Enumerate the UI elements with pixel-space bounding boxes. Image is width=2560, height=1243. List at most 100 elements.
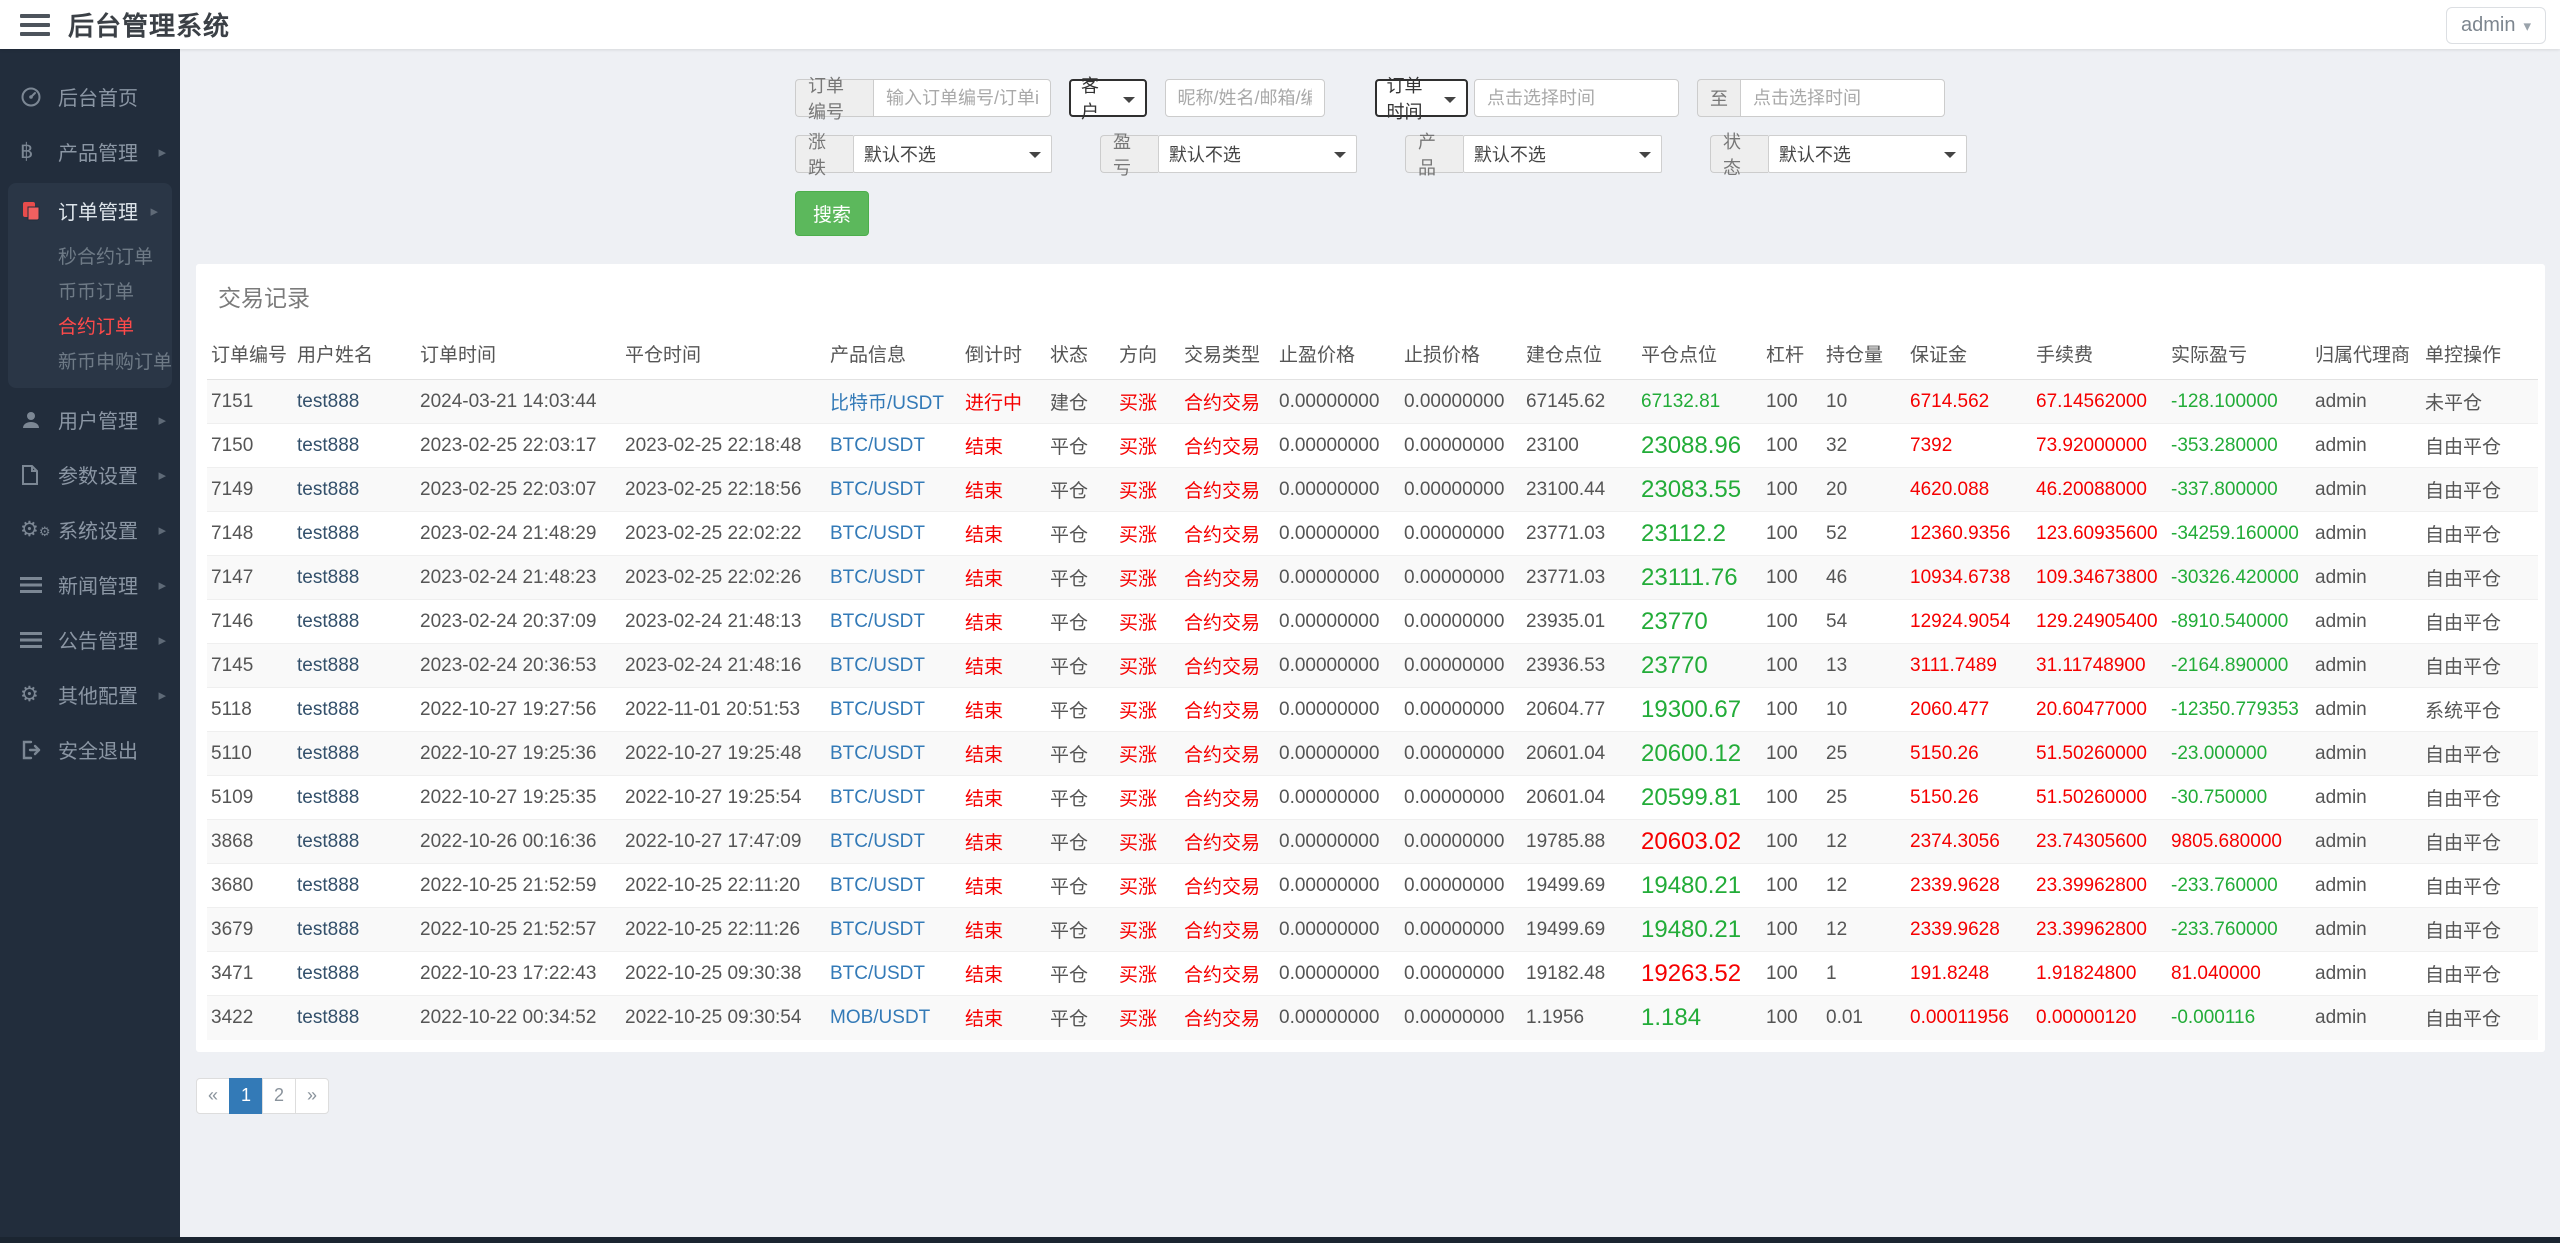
cell-margin: 12360.9356 — [1910, 522, 2011, 544]
user-menu-button[interactable]: admin ▾ — [2445, 7, 2546, 44]
col-sl: 止损价格 — [1400, 330, 1522, 380]
sidebar-menu: 后台首页฿产品管理 ▸ 订单管理 ▸ 秒合约订单 币币订单 合约订单 新币申购订单用户管理 ▸ 参… — [0, 69, 180, 777]
cell-trade_type: 合约交易 — [1184, 877, 1261, 898]
sidebar-subitem-4[interactable]: 新币申购订单 — [8, 343, 172, 378]
cell-status: 平仓 — [1050, 965, 1089, 986]
user-icon — [20, 409, 50, 431]
cell-product[interactable]: BTC/USDT — [830, 787, 925, 808]
cell-lever: 100 — [1766, 434, 1798, 456]
chevron-right-icon: ▸ — [150, 202, 158, 220]
cell-product[interactable]: BTC/USDT — [830, 743, 925, 764]
filter-select-4[interactable]: 默认不选 — [1767, 135, 1967, 173]
cell-direction: 买涨 — [1119, 481, 1158, 502]
cell-profit: -233.760000 — [2171, 874, 2278, 896]
sidebar-item-3[interactable]: 订单管理 ▸ — [8, 183, 172, 238]
cell-product[interactable]: BTC/USDT — [830, 479, 925, 500]
cell-product[interactable]: BTC/USDT — [830, 523, 925, 544]
time-to-input[interactable] — [1740, 79, 1945, 117]
cell-op: 自由平仓 — [2425, 877, 2502, 898]
time-from-input[interactable] — [1474, 79, 1679, 117]
cell-direction: 买涨 — [1119, 877, 1158, 898]
page-button-»[interactable]: » — [295, 1077, 329, 1114]
sidebar-subitem-1[interactable]: 秒合约订单 — [8, 238, 172, 273]
cell-op: 自由平仓 — [2425, 833, 2502, 854]
sidebar-subitem-2[interactable]: 币币订单 — [8, 273, 172, 308]
cell-open_price: 23771.03 — [1526, 522, 1606, 544]
cell-open_time: 2023-02-24 20:36:53 — [420, 654, 597, 676]
cell-amount: 20 — [1826, 478, 1848, 500]
search-button[interactable]: 搜索 — [795, 191, 870, 236]
cell-product[interactable]: BTC/USDT — [830, 831, 925, 852]
customer-input[interactable] — [1164, 79, 1325, 117]
cell-agent: admin — [2315, 698, 2367, 720]
cell-fee: 109.34673800 — [2036, 566, 2158, 588]
col-open_price: 建仓点位 — [1522, 330, 1637, 380]
page-button-2[interactable]: 2 — [262, 1077, 296, 1114]
cell-product[interactable]: BTC/USDT — [830, 567, 925, 588]
cell-product[interactable]: BTC/USDT — [830, 919, 925, 940]
cell-open_time: 2023-02-24 21:48:23 — [420, 566, 597, 588]
cell-countdown: 结束 — [965, 789, 1004, 810]
cell-lever: 100 — [1766, 874, 1798, 896]
sidebar-toggle-icon[interactable] — [20, 13, 50, 36]
cell-product[interactable]: 比特币/USDT — [830, 393, 944, 414]
cell-close_time: 2023-02-25 22:18:48 — [625, 434, 802, 456]
sidebar-item-8[interactable]: 公告管理 ▸ — [0, 612, 180, 667]
sidebar-subitem-3[interactable]: 合约订单 — [8, 308, 172, 343]
col-tp: 止盈价格 — [1275, 330, 1400, 380]
chevron-right-icon: ▸ — [158, 631, 166, 649]
cell-countdown: 结束 — [965, 877, 1004, 898]
cell-margin: 4620.088 — [1910, 478, 1990, 500]
cell-close_time: 2022-10-27 19:25:54 — [625, 786, 802, 808]
customer-select[interactable]: 客户 — [1069, 76, 1147, 122]
cell-id: 7147 — [211, 566, 254, 588]
cell-margin: 2374.3056 — [1910, 830, 2000, 852]
time-type-select[interactable]: 订单时间 — [1374, 76, 1468, 122]
cell-profit: -353.280000 — [2171, 434, 2278, 456]
cell-lever: 100 — [1766, 522, 1798, 544]
page-button-«[interactable]: « — [196, 1077, 230, 1114]
cell-product[interactable]: BTC/USDT — [830, 611, 925, 632]
cell-product[interactable]: BTC/USDT — [830, 655, 925, 676]
sidebar-item-7[interactable]: 新闻管理 ▸ — [0, 557, 180, 612]
page-button-1[interactable]: 1 — [229, 1077, 263, 1114]
cell-lever: 100 — [1766, 1006, 1798, 1028]
filter-group-2: 盈亏 默认不选 — [1100, 132, 1357, 178]
user-menu-label: admin — [2460, 14, 2516, 36]
cell-profit: -30.750000 — [2171, 786, 2268, 808]
cell-lever: 100 — [1766, 566, 1798, 588]
cell-product[interactable]: BTC/USDT — [830, 435, 925, 456]
chevron-right-icon: ▸ — [158, 411, 166, 429]
cell-amount: 10 — [1826, 390, 1848, 412]
filter-select-3[interactable]: 默认不选 — [1462, 135, 1662, 173]
cell-open_price: 19182.48 — [1526, 962, 1606, 984]
table-row: 7148 test888 2023-02-24 21:48:29 2023-02-25… — [207, 511, 2538, 556]
sidebar-item-2[interactable]: ฿产品管理 ▸ — [0, 124, 180, 179]
filter-select-2[interactable]: 默认不选 — [1157, 135, 1357, 173]
cell-countdown: 结束 — [965, 613, 1004, 634]
cell-id: 7150 — [211, 434, 254, 456]
cell-product[interactable]: MOB/USDT — [830, 1007, 930, 1028]
sidebar-item-6[interactable]: ⚙⚙ 系统设置 ▸ — [0, 502, 180, 557]
cell-close_time: 2022-10-25 09:30:54 — [625, 1006, 802, 1028]
cell-close_time: 2023-02-24 21:48:13 — [625, 610, 802, 632]
cell-tp: 0.00000000 — [1279, 698, 1380, 720]
order-id-input[interactable] — [873, 79, 1052, 117]
sidebar-item-10[interactable]: 安全退出 — [0, 722, 180, 777]
cell-sl: 0.00000000 — [1404, 390, 1505, 412]
cell-product[interactable]: BTC/USDT — [830, 875, 925, 896]
sidebar-item-4[interactable]: 用户管理 ▸ — [0, 392, 180, 447]
col-close_price: 平仓点位 — [1637, 330, 1762, 380]
col-lever: 杠杆 — [1762, 330, 1822, 380]
cell-op: 自由平仓 — [2425, 437, 2502, 458]
cell-agent: admin — [2315, 874, 2367, 896]
cell-sl: 0.00000000 — [1404, 962, 1505, 984]
cell-product[interactable]: BTC/USDT — [830, 963, 925, 984]
cell-agent: admin — [2315, 1006, 2367, 1028]
sidebar-item-9[interactable]: ⚙ 其他配置 ▸ — [0, 667, 180, 722]
sidebar-item-1[interactable]: 后台首页 — [0, 69, 180, 124]
filter-select-1[interactable]: 默认不选 — [852, 135, 1052, 173]
sidebar-item-5[interactable]: 参数设置 ▸ — [0, 447, 180, 502]
cell-product[interactable]: BTC/USDT — [830, 699, 925, 720]
cell-op: 未平仓 — [2425, 393, 2483, 414]
